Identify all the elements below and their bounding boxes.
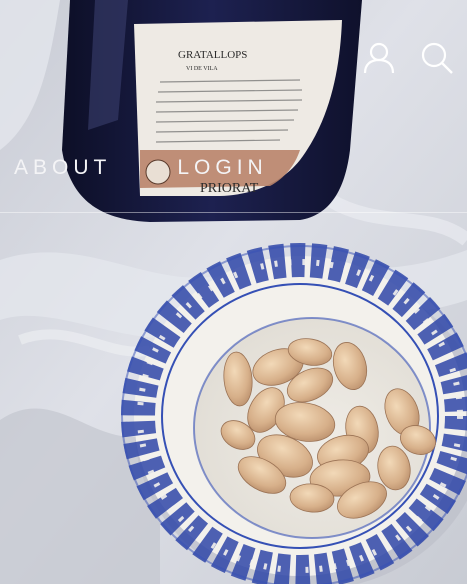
search-icon	[421, 42, 453, 74]
header-icons	[359, 38, 457, 78]
bottle-sub-text: VI DE VILA	[186, 66, 218, 72]
account-button[interactable]	[359, 38, 399, 78]
user-icon	[363, 42, 395, 74]
nav-item-about[interactable]: ABOUT	[14, 156, 111, 180]
nav-item-login[interactable]: LOGIN	[177, 156, 267, 180]
hero-image: GRATALLOPS VI DE VILA PRIORAT	[0, 0, 467, 584]
bottle-brand-text: GRATALLOPS	[178, 49, 247, 61]
hero-photo-illustration: GRATALLOPS VI DE VILA PRIORAT	[0, 0, 467, 584]
nav-divider	[0, 212, 467, 213]
main-nav: ABOUT LOGIN	[14, 156, 268, 180]
search-button[interactable]	[417, 38, 457, 78]
bottle-region-text: PRIORAT	[200, 181, 259, 196]
